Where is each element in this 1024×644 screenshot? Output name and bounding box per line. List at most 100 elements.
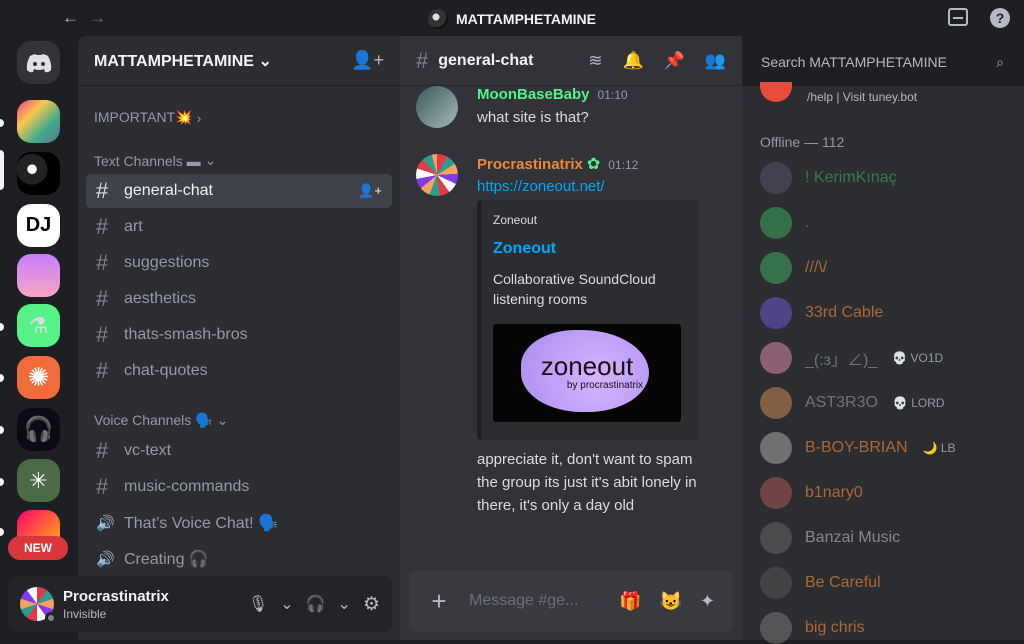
member-list: /help | Visit tuney.bot Offline — 112 ! … [742,86,1024,640]
server-icon-1[interactable] [17,100,60,143]
new-badge[interactable]: NEW [8,536,68,560]
channel-vc-text[interactable]: #vc-text [86,434,392,468]
member-badge: 💀 LORD [893,396,945,410]
user-status: Invisible [63,607,223,621]
invite-people-icon[interactable]: 👤+ [351,50,384,71]
message-input[interactable]: Message #ge... [469,592,599,610]
channel-art[interactable]: #art [86,210,392,244]
member-name: B-BOY-BRIAN [805,439,908,457]
back-arrow-icon[interactable]: ← [62,8,79,28]
server-icon-flask[interactable]: ⚗ [17,304,60,347]
avatar [760,477,792,509]
link-embed: Zoneout Zoneout Collaborative SoundCloud… [477,200,699,440]
category-text-channels[interactable]: Text Channels ▬ ⌄ [78,152,216,169]
help-icon[interactable]: ? [990,8,1010,28]
pin-icon[interactable]: 📌 [664,51,685,71]
server-list: DJ ⚗ ✺ 🎧 ✳ NEW [0,36,78,640]
message-author[interactable]: MoonBaseBaby [477,86,590,103]
member-name: Be Careful [805,574,881,592]
voice-channel-creating[interactable]: 🔊Creating 🎧 [86,542,392,576]
avatar[interactable] [416,86,458,128]
server-icon-tree[interactable]: ✳ [17,459,60,502]
member-row[interactable]: 33rd Cable [760,297,883,329]
embed-image[interactable]: zoneout by procrastinatrix [493,324,681,422]
add-member-icon[interactable]: 👤+ [358,183,382,199]
avatar[interactable] [20,587,54,621]
speaker-icon: 🔊 [96,550,124,568]
avatar[interactable] [416,154,458,196]
channel-music-commands[interactable]: #music-commands [86,470,392,504]
hash-icon: # [96,250,124,276]
threads-icon[interactable]: ≋ [588,51,602,71]
microphone-icon[interactable]: 🎙 [248,594,268,614]
channel-chat-quotes[interactable]: #chat-quotes [86,354,392,388]
speaker-icon: 🔊 [96,514,124,532]
embed-description: Collaborative SoundCloud listening rooms [493,269,683,309]
channel-thats-smash-bros[interactable]: #thats-smash-bros [86,318,392,352]
hash-icon: # [96,358,124,384]
discord-home-button[interactable] [17,41,60,84]
forward-arrow-icon[interactable]: → [89,8,106,28]
embed-image-subtitle: by procrastinatrix [493,380,681,391]
avatar [760,82,792,102]
headphones-icon[interactable]: 🎧 [306,594,326,614]
chat-area: # general-chat ≋ 🔔 📌 👥 MoonBaseBaby 01:10… [400,36,742,640]
member-name: 33rd Cable [805,304,883,322]
title-bar: ← → MATTAMPHETAMINE ? [0,0,1024,36]
message-timestamp: 01:10 [598,88,628,102]
chevron-down-icon: ⌄ [258,53,271,70]
server-header[interactable]: MATTAMPHETAMINE ⌄ 👤+ [78,36,400,86]
member-row[interactable]: b1nary0 [760,477,863,509]
bell-icon[interactable]: 🔔 [622,51,643,71]
server-icon-2[interactable] [17,152,60,195]
avatar [760,387,792,419]
add-attachment-icon[interactable]: + [409,586,469,617]
member-row[interactable]: Banzai Music [760,522,900,554]
server-icon-headphones[interactable]: 🎧 [17,408,60,451]
channel-general-chat[interactable]: #general-chat👤+ [86,174,392,208]
member-row[interactable]: AST3R3O 💀 LORD [760,387,945,419]
message-link[interactable]: https://zoneout.net/ [477,175,716,198]
gift-icon[interactable]: 🎁 [619,591,641,612]
message-text: what site is that? [477,106,716,129]
chevron-down-icon[interactable]: ⌄ [280,594,293,614]
category-important[interactable]: IMPORTANT💥 › [78,109,201,126]
chevron-down-icon[interactable]: ⌄ [338,594,351,614]
server-icon-4[interactable] [17,254,60,297]
message-text: appreciate it, don't want to spam the gr… [477,448,707,517]
embed-title[interactable]: Zoneout [493,240,556,258]
server-icon-spark[interactable]: ✺ [17,356,60,399]
channel-aesthetics[interactable]: #aesthetics [86,282,392,316]
role-icon: ✿ [587,156,600,173]
member-row[interactable]: _(:з」∠)_💀 VO1D [760,342,943,374]
member-row[interactable]: ///\/ [760,252,827,284]
hash-icon: # [96,474,124,500]
member-row[interactable]: ! KerimKınaç [760,162,897,194]
member-badge: 💀 VO1D [892,351,943,365]
sticker-icon[interactable]: 😺 [659,591,681,612]
search-icon: ⌕ [996,54,1004,71]
search-input[interactable]: Search MATTAMPHETAMINE ⌕ [752,46,1010,78]
hash-icon: # [96,438,124,464]
server-name: MATTAMPHETAMINE ⌄ [94,51,272,71]
member-list-icon[interactable]: 👥 [705,51,726,71]
channel-suggestions[interactable]: #suggestions [86,246,392,280]
channel-header: # general-chat ≋ 🔔 📌 👥 [400,36,742,86]
member-row[interactable]: big chris [760,612,865,644]
member-name: AST3R3O [805,394,878,412]
chevron-down-icon: ⌄ [205,152,217,169]
member-name: ! KerimKınaç [805,169,897,187]
server-icon-dj[interactable]: DJ [17,204,60,247]
message-author[interactable]: Procrastinatrix [477,156,583,173]
bot-member-row[interactable]: /help | Visit tuney.bot [760,86,917,104]
username: Procrastinatrix [63,588,223,605]
member-row[interactable]: . [760,207,809,239]
gear-icon[interactable]: ⚙ [363,593,380,616]
voice-channel-thats-voice-chat[interactable]: 🔊That’s Voice Chat! 🗣️ [86,506,392,540]
member-name: b1nary0 [805,484,863,502]
inbox-icon[interactable] [948,8,968,26]
member-row[interactable]: Be Careful [760,567,881,599]
member-row[interactable]: B-BOY-BRIAN🌙 LB [760,432,956,464]
apps-icon[interactable]: ✦ [700,591,715,612]
category-voice-channels[interactable]: Voice Channels 🗣️ ⌄ [78,412,228,429]
